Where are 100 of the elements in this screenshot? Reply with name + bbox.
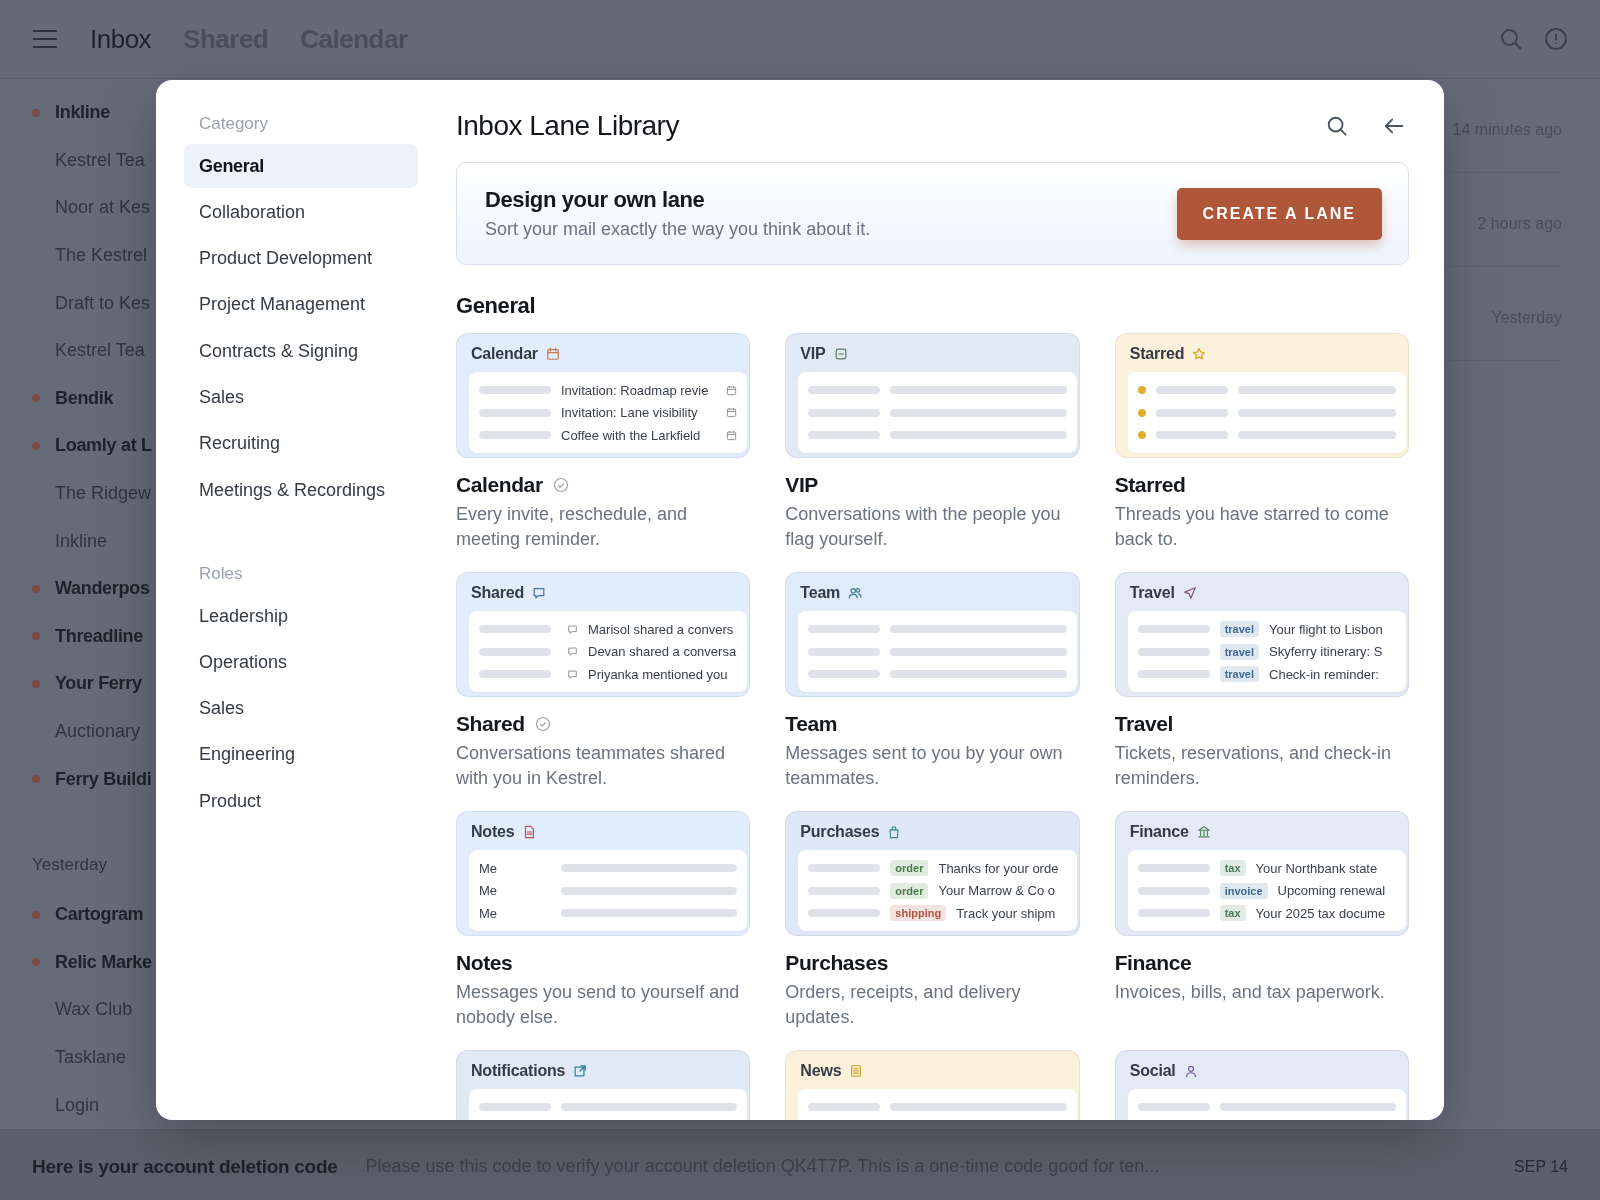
people-icon xyxy=(848,586,863,600)
lane-label: VIP xyxy=(800,345,826,363)
tag: order xyxy=(890,882,929,899)
lane-preview[interactable]: Travel travel Your flight to Lisbon travel Skyferry itinerary: S travel Check-in reminder: xyxy=(1114,572,1409,697)
calendar-icon xyxy=(726,384,738,396)
lane-preview[interactable]: Starred xyxy=(1114,333,1409,458)
lane-title: Starred xyxy=(1114,473,1186,497)
placeholder-bar xyxy=(479,386,551,394)
lane-preview[interactable]: Finance tax Your Northbank state invoice Upcoming renewal tax Your 2025 tax docume xyxy=(1114,811,1409,936)
search-icon[interactable] xyxy=(1326,115,1348,137)
message-subject: Your Northbank state xyxy=(1255,860,1378,876)
lane-label: Travel xyxy=(1129,584,1175,602)
lane-description: Orders, receipts, and delivery updates. xyxy=(785,981,1022,1029)
message-subject: Your 2025 tax docume xyxy=(1255,905,1386,921)
sidebar-item[interactable]: General xyxy=(184,144,418,188)
sidebar-item[interactable]: Operations xyxy=(184,640,418,685)
chat-icon xyxy=(532,586,547,600)
lane-description: Messages sent to you by your own teammates. xyxy=(785,742,1064,790)
lane-preview[interactable]: Purchases order Thanks for your orde order Your Marrow & Co o shipping Track your shipm xyxy=(785,811,1080,936)
chat-icon xyxy=(567,623,578,635)
lane-preview[interactable]: News xyxy=(785,1050,1080,1120)
person-icon xyxy=(1183,1064,1198,1078)
lane-description: Messages you send to yourself and nobody else. xyxy=(456,981,741,1029)
banner-subtitle: Sort your mail exactly the way you think about it. xyxy=(485,219,872,240)
sidebar-item[interactable]: Product Development xyxy=(184,236,418,281)
lane-description: Every invite, reschedule, and meeting reminder. xyxy=(456,503,689,551)
sidebar-item[interactable]: Sales xyxy=(184,686,418,731)
tag: travel xyxy=(1219,643,1259,660)
sidebar-item[interactable]: Product xyxy=(184,779,418,824)
lane-label: Social xyxy=(1129,1062,1176,1080)
sidebar-item[interactable]: Leadership xyxy=(184,594,418,639)
dialog-title: Inbox Lane Library xyxy=(456,110,681,142)
lane-label: Shared xyxy=(471,584,525,602)
lane-label: Notifications xyxy=(471,1062,566,1080)
share-text: Marisol shared a convers xyxy=(588,621,734,637)
tag: tax xyxy=(1219,860,1246,876)
sidebar-item[interactable]: Meetings & Recordings xyxy=(184,468,418,513)
sidebar-item[interactable]: Engineering xyxy=(184,732,418,777)
star-icon xyxy=(1192,347,1207,361)
lane-preview[interactable]: Calendar Invitation: Roadmap revie Invitation: Lane visibility Coffee with the Larkfield xyxy=(456,333,751,458)
lane-preview[interactable]: Team xyxy=(785,572,1080,697)
message-subject: Thanks for your orde xyxy=(938,860,1059,876)
lane-label: Calendar xyxy=(471,345,538,363)
newspaper-icon xyxy=(849,1064,864,1078)
menu-icon[interactable] xyxy=(32,29,58,49)
date-heading: Yesterday xyxy=(32,854,107,875)
sidebar-item[interactable]: Sales xyxy=(184,375,418,420)
tag: travel xyxy=(1219,666,1259,682)
sidebar-item[interactable]: Contracts & Signing xyxy=(184,329,418,374)
lane-label: Purchases xyxy=(800,823,880,841)
message-subject: Check-in reminder: xyxy=(1269,666,1379,682)
message-subject: Skyferry itinerary: S xyxy=(1269,644,1383,659)
section-title: General xyxy=(456,293,537,319)
external-link-icon xyxy=(573,1064,588,1078)
lane-title: Shared xyxy=(456,712,525,736)
star-dot xyxy=(1137,408,1146,417)
sender-name: Me xyxy=(479,883,499,898)
lane-preview[interactable]: Social xyxy=(1114,1050,1409,1120)
alert-icon[interactable] xyxy=(1544,27,1568,51)
sidebar-item[interactable]: Recruiting xyxy=(184,421,418,466)
placeholder-bar xyxy=(479,647,551,656)
lane-preview[interactable]: VIP xyxy=(785,333,1080,458)
event-text: Coffee with the Larkfield xyxy=(561,427,701,443)
lane-title: Finance xyxy=(1114,951,1192,975)
lane-title: Notes xyxy=(456,951,513,975)
chat-icon xyxy=(567,646,578,657)
tag: invoice xyxy=(1219,882,1268,899)
event-text: Invitation: Lane visibility xyxy=(561,405,698,420)
banner-title: Design your own lane xyxy=(485,187,706,213)
lane-title: Team xyxy=(785,712,838,736)
create-lane-button[interactable]: CREATE A LANE xyxy=(1176,187,1382,240)
placeholder-bar xyxy=(479,670,551,678)
lane-description: Invoices, bills, and tax paperwork. xyxy=(1114,981,1386,1004)
tag: shipping xyxy=(890,905,947,921)
lane-preview[interactable]: Notes Me Me Me xyxy=(456,811,751,936)
message-date: SEP 14 xyxy=(1514,1157,1568,1176)
lane-label: Notes xyxy=(471,823,515,841)
chat-icon xyxy=(567,668,578,680)
placeholder-bar xyxy=(479,408,551,417)
lane-preview[interactable]: Shared Marisol shared a convers Devan shared a conversa Priyanka mentioned you xyxy=(456,572,751,697)
calendar-icon xyxy=(545,347,560,361)
lane-description: Tickets, reservations, and check-in reminders. xyxy=(1114,742,1393,790)
paper-plane-icon xyxy=(1182,586,1197,600)
lane-label: Finance xyxy=(1129,823,1189,841)
share-text: Priyanka mentioned you xyxy=(588,666,728,682)
lane-title: Purchases xyxy=(785,951,888,975)
lane-title: Calendar xyxy=(456,473,543,497)
placeholder-bar xyxy=(479,1103,551,1111)
sidebar-item[interactable]: Project Management xyxy=(184,282,418,327)
lane-preview[interactable]: Notifications xyxy=(456,1050,751,1120)
message-subject: Track your shipm xyxy=(956,905,1056,921)
bag-icon xyxy=(887,825,902,839)
calendar-icon xyxy=(726,429,738,441)
tag: travel xyxy=(1219,621,1259,637)
sidebar-item[interactable]: Collaboration xyxy=(184,190,418,235)
sidebar-heading: Category xyxy=(198,113,269,135)
message-subject: Your flight to Lisbon xyxy=(1269,621,1383,637)
tag: tax xyxy=(1219,905,1246,921)
star-dot xyxy=(1137,431,1146,439)
lane-label: Team xyxy=(800,584,841,602)
